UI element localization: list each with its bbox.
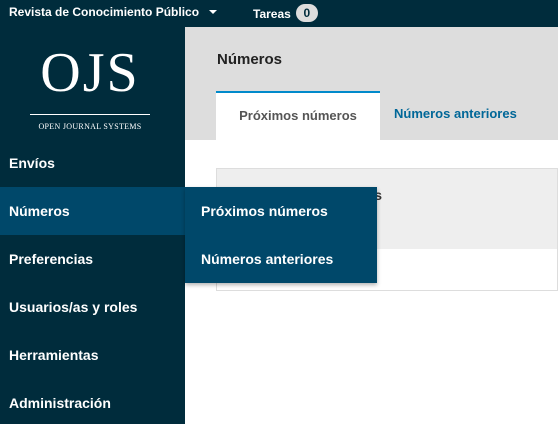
sidebar-item-preferencias[interactable]: Preferencias xyxy=(0,235,185,283)
top-bar: Revista de Conocimiento Público Tareas 0 xyxy=(0,0,558,27)
sidebar: OJS OPEN JOURNAL SYSTEMS Envíos Números … xyxy=(0,27,185,424)
caret-down-icon xyxy=(209,10,218,14)
site-switcher[interactable]: Revista de Conocimiento Público xyxy=(9,5,218,19)
numeros-flyout-menu: Próximos números Números anteriores xyxy=(185,187,377,283)
sidebar-item-administracion[interactable]: Administración xyxy=(0,379,185,424)
sidebar-item-envios[interactable]: Envíos xyxy=(0,139,185,187)
flyout-item-proximos-numeros[interactable]: Próximos números xyxy=(185,187,377,235)
tasks-link[interactable]: Tareas 0 xyxy=(253,4,318,22)
tab-proximos-numeros[interactable]: Próximos números xyxy=(216,91,380,140)
logo-subtitle: OPEN JOURNAL SYSTEMS xyxy=(38,122,142,131)
logo-text: OJS xyxy=(40,42,140,104)
sidebar-item-usuarios[interactable]: Usuarios/as y roles xyxy=(0,283,185,331)
page-title: Números xyxy=(217,51,283,68)
tab-numeros-anteriores[interactable]: Números anteriores xyxy=(394,91,558,140)
ojs-logo[interactable]: OJS OPEN JOURNAL SYSTEMS xyxy=(30,41,150,136)
tasks-count-badge: 0 xyxy=(295,4,318,22)
tasks-label: Tareas xyxy=(253,6,291,21)
page-header: Números Próximos números Números anterio… xyxy=(185,27,558,140)
logo-rule xyxy=(30,114,150,115)
sidebar-item-numeros[interactable]: Números xyxy=(0,187,185,235)
sidebar-item-herramientas[interactable]: Herramientas xyxy=(0,331,185,379)
site-title: Revista de Conocimiento Público xyxy=(9,5,200,19)
flyout-item-numeros-anteriores[interactable]: Números anteriores xyxy=(185,235,377,283)
